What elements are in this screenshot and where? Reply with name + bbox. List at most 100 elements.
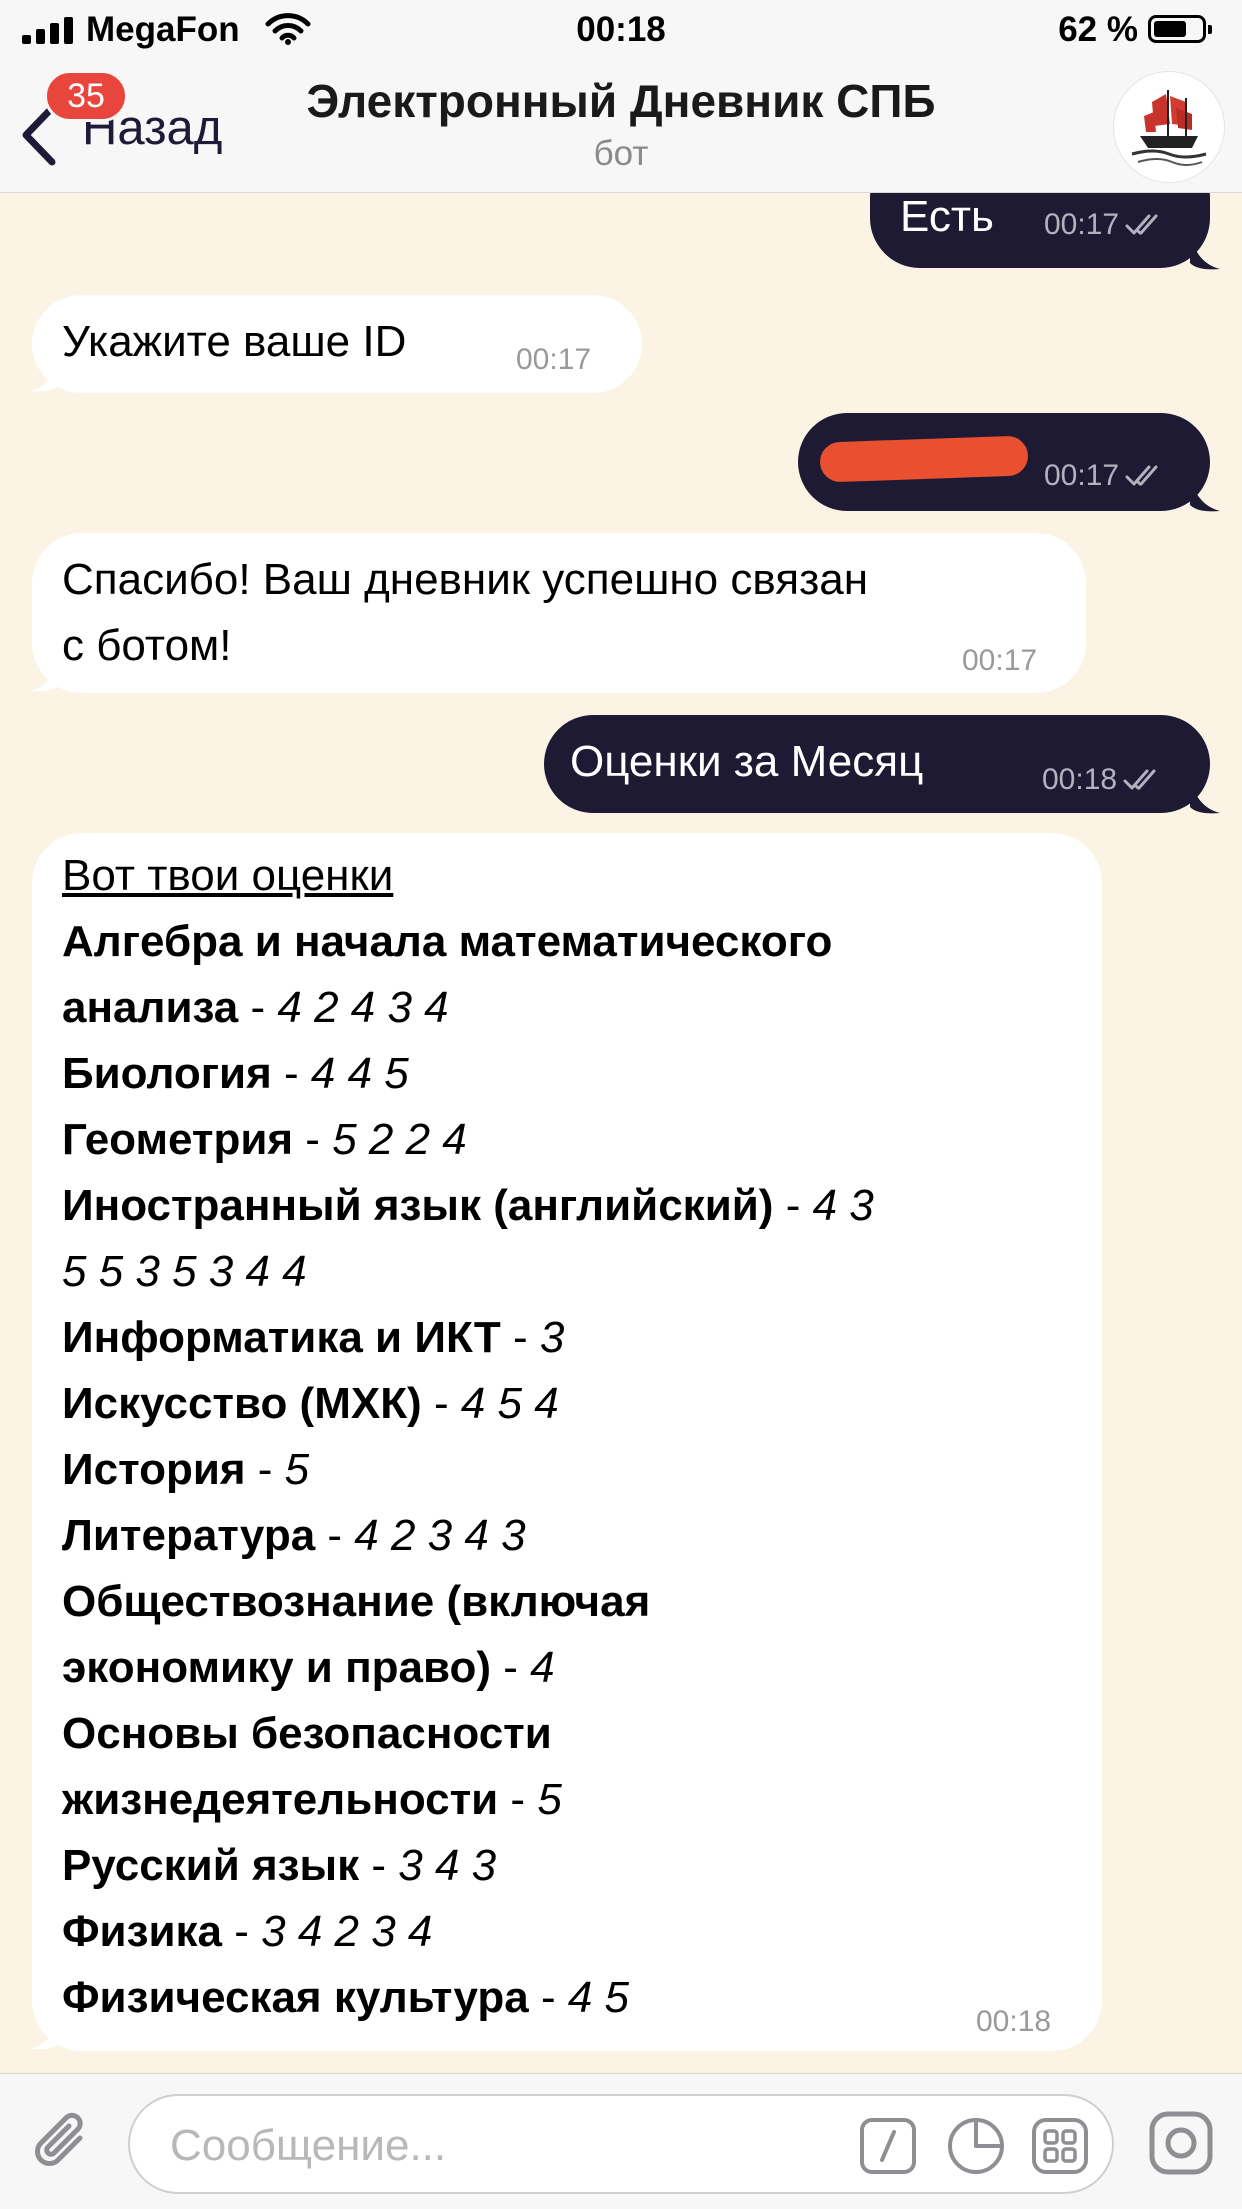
redaction-mark: [819, 435, 1029, 483]
separator: -: [491, 1643, 531, 1692]
bot-keyboard-icon[interactable]: [1030, 2116, 1090, 2176]
camera-icon[interactable]: [1146, 2108, 1216, 2178]
marks: 5 2 2 4: [332, 1115, 467, 1164]
separator: -: [773, 1181, 813, 1230]
separator: -: [421, 1379, 461, 1428]
marks: 4 2 3 4 3: [354, 1511, 526, 1560]
read-checkmarks-icon: [1125, 465, 1158, 486]
message-meta: 00:18: [1042, 765, 1167, 795]
subject-name: Русский язык: [62, 1841, 360, 1890]
subject-name: Искусство (МХК): [62, 1379, 422, 1428]
marks: 3 4 2 3 4: [261, 1907, 433, 1956]
bubble-tail: [1190, 233, 1220, 270]
chat-subtitle: бот: [593, 134, 649, 173]
subject-name: Обществознание (включая: [62, 1577, 651, 1626]
grade-row: 5 5 3 5 3 4 4: [62, 1239, 1062, 1305]
incoming-message[interactable]: Укажите ваше ID 00:17: [32, 295, 642, 393]
subject-name: Физика: [62, 1907, 223, 1956]
message-meta: 00:17: [1044, 210, 1169, 240]
message-list[interactable]: Есть 00:17 Укажите ваше ID 00:17 00:17 С…: [0, 193, 1242, 2073]
message-time: 00:17: [1044, 459, 1120, 492]
grade-row: Литература - 4 2 3 4 3: [62, 1503, 1062, 1569]
grade-row: экономику и право) - 4: [62, 1635, 1062, 1701]
subject-name: Геометрия: [62, 1115, 294, 1164]
separator: -: [238, 983, 278, 1032]
status-bar: MegaFon 00:18 62 %: [0, 0, 1242, 62]
marks: 5: [284, 1445, 310, 1494]
attach-paperclip-icon[interactable]: [28, 2108, 98, 2178]
separator: -: [293, 1115, 333, 1164]
separator: -: [498, 1775, 538, 1824]
grades-list: Вот твои оценки Алгебра и начала математ…: [62, 843, 1062, 2031]
subject-name: Биология: [62, 1049, 272, 1098]
marks: 4 5 4: [460, 1379, 559, 1428]
subject-name: Иностранный язык (английский): [62, 1181, 774, 1230]
message-field[interactable]: [128, 2094, 1114, 2194]
bubble-tail: [30, 655, 60, 692]
bot-avatar[interactable]: [1114, 72, 1224, 182]
separator: -: [359, 1841, 399, 1890]
grade-row: Иностранный язык (английский) - 4 3: [62, 1173, 1062, 1239]
grades-header-link[interactable]: Вот твои оценки: [62, 843, 1062, 909]
marks: 4 5: [567, 1973, 630, 2022]
grade-row: Физическая культура - 4 5: [62, 1965, 1062, 2031]
marks: 4 2 4 3 4: [277, 983, 449, 1032]
message-time: 00:17: [1044, 208, 1120, 241]
chat-header: Назад 35 Электронный Дневник СПБ бот: [0, 62, 1242, 193]
bubble-tail: [30, 2013, 60, 2050]
message-meta: 00:17: [1044, 461, 1169, 491]
message-text-line: с ботом!: [62, 621, 232, 670]
marks: 4 4 5: [310, 1049, 409, 1098]
bubble-tail: [1190, 777, 1220, 814]
outgoing-message[interactable]: Оценки за Месяц 00:18: [544, 715, 1210, 813]
subject-name: Информатика и ИКТ: [62, 1313, 501, 1362]
incoming-message[interactable]: Спасибо! Ваш дневник успешно связан с бо…: [32, 533, 1086, 693]
grade-row: История - 5: [62, 1437, 1062, 1503]
separator: -: [245, 1445, 285, 1494]
chat-title[interactable]: Электронный Дневник СПБ: [0, 74, 1242, 128]
outgoing-message[interactable]: 00:17: [798, 413, 1210, 511]
marks: 4 3: [812, 1181, 874, 1230]
composer-bar: [0, 2073, 1242, 2209]
grades-message[interactable]: Вот твои оценки Алгебра и начала математ…: [32, 833, 1102, 2051]
bot-avatar-ship-icon: [1131, 90, 1207, 166]
message-text: Есть: [900, 193, 994, 241]
grade-row: Геометрия - 5 2 2 4: [62, 1107, 1062, 1173]
separator: -: [271, 1049, 311, 1098]
marks: 5 5 3 5 3 4 4: [62, 1247, 307, 1296]
grade-row: жизнедеятельности - 5: [62, 1767, 1062, 1833]
subject-name: анализа: [62, 983, 239, 1032]
message-time: 00:17: [516, 343, 592, 376]
battery-icon: [1148, 15, 1212, 43]
grade-row: Информатика и ИКТ - 3: [62, 1305, 1062, 1371]
subject-name: экономику и право): [62, 1643, 491, 1692]
message-time: 00:18: [976, 2005, 1052, 2038]
message-time: 00:18: [1042, 763, 1118, 796]
separator: -: [315, 1511, 355, 1560]
command-slash-icon[interactable]: [858, 2116, 918, 2176]
clock: 00:18: [576, 10, 666, 49]
sticker-icon[interactable]: [946, 2116, 1006, 2176]
separator: -: [528, 1973, 568, 2022]
marks: 5: [537, 1775, 562, 1824]
bubble-tail: [1190, 475, 1220, 512]
grade-row: Русский язык - 3 4 3: [62, 1833, 1062, 1899]
message-text: Укажите ваше ID: [62, 317, 407, 366]
grade-row: Алгебра и начала математического: [62, 909, 1062, 975]
marks: 3: [539, 1313, 565, 1362]
message-text: Оценки за Месяц: [570, 737, 924, 786]
separator: -: [222, 1907, 262, 1956]
subject-name: История: [62, 1445, 246, 1494]
read-checkmarks-icon: [1123, 769, 1156, 790]
grade-row: Искусство (МХК) - 4 5 4: [62, 1371, 1062, 1437]
bubble-tail: [30, 355, 60, 392]
subject-name: Основы безопасности: [62, 1709, 552, 1758]
grade-row: Основы безопасности: [62, 1701, 1062, 1767]
subject-name: Литература: [62, 1511, 316, 1560]
grade-row: Биология - 4 4 5: [62, 1041, 1062, 1107]
separator: -: [500, 1313, 540, 1362]
battery-percent: 62 %: [1058, 10, 1138, 49]
outgoing-message[interactable]: Есть 00:17: [870, 193, 1210, 268]
message-input[interactable]: [168, 2116, 772, 2176]
grade-row: Физика - 3 4 2 3 4: [62, 1899, 1062, 1965]
